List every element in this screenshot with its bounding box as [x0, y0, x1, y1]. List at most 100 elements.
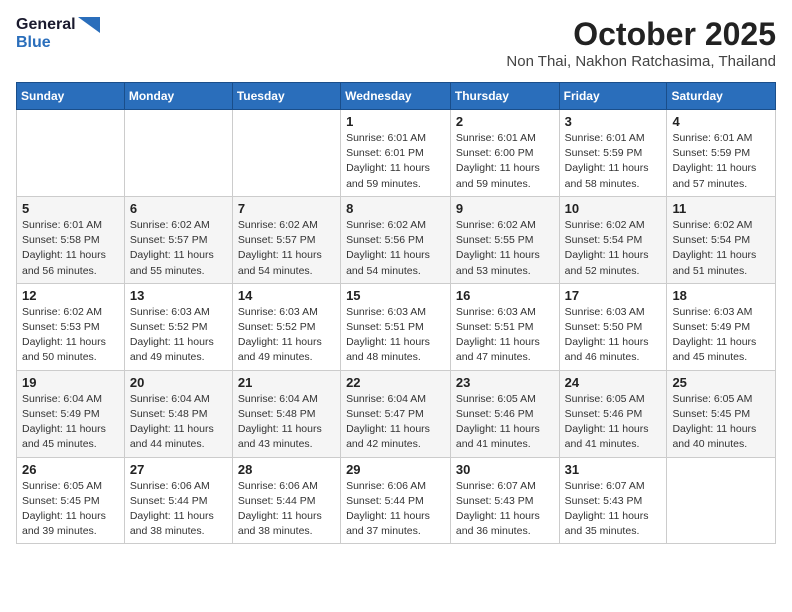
calendar-cell	[17, 110, 125, 197]
calendar-cell: 20 Sunrise: 6:04 AMSunset: 5:48 PMDayligh…	[124, 370, 232, 457]
day-number: 12	[22, 288, 119, 303]
day-number: 10	[565, 201, 662, 216]
day-info: Sunrise: 6:06 AMSunset: 5:44 PMDaylight:…	[346, 479, 445, 540]
calendar-cell: 2 Sunrise: 6:01 AMSunset: 6:00 PMDaylight…	[450, 110, 559, 197]
day-info: Sunrise: 6:02 AMSunset: 5:57 PMDaylight:…	[130, 218, 227, 279]
calendar-week-row: 12 Sunrise: 6:02 AMSunset: 5:53 PMDayligh…	[17, 283, 776, 370]
calendar-cell: 8Sunrise: 6:02 AMSunset: 5:56 PMDaylight…	[341, 196, 451, 283]
day-info: Sunrise: 6:05 AMSunset: 5:45 PMDaylight:…	[22, 479, 119, 540]
day-info: Sunrise: 6:03 AMSunset: 5:52 PMDaylight:…	[238, 305, 335, 366]
day-number: 29	[346, 462, 445, 477]
day-number: 7	[238, 201, 335, 216]
day-info: Sunrise: 6:04 AMSunset: 5:48 PMDaylight:…	[130, 392, 227, 453]
day-number: 1	[346, 114, 445, 129]
day-number: 2	[456, 114, 554, 129]
day-info: Sunrise: 6:04 AMSunset: 5:47 PMDaylight:…	[346, 392, 445, 453]
day-number: 28	[238, 462, 335, 477]
calendar-cell: 31Sunrise: 6:07 AMSunset: 5:43 PMDayligh…	[559, 457, 667, 544]
day-info: Sunrise: 6:02 AMSunset: 5:57 PMDaylight:…	[238, 218, 335, 279]
day-info: Sunrise: 6:03 AMSunset: 5:51 PMDaylight:…	[346, 305, 445, 366]
calendar-cell: 21Sunrise: 6:04 AMSunset: 5:48 PMDayligh…	[232, 370, 340, 457]
day-number: 20	[130, 375, 227, 390]
calendar-cell: 10 Sunrise: 6:02 AMSunset: 5:54 PMDayligh…	[559, 196, 667, 283]
day-number: 15	[346, 288, 445, 303]
day-number: 11	[672, 201, 770, 216]
calendar-cell: 28 Sunrise: 6:06 AMSunset: 5:44 PMDayligh…	[232, 457, 340, 544]
calendar-cell: 9 Sunrise: 6:02 AMSunset: 5:55 PMDaylight…	[450, 196, 559, 283]
day-number: 22	[346, 375, 445, 390]
calendar-cell: 19 Sunrise: 6:04 AMSunset: 5:49 PMDayligh…	[17, 370, 125, 457]
day-info: Sunrise: 6:01 AMSunset: 6:01 PMDaylight:…	[346, 131, 445, 192]
calendar-cell: 5 Sunrise: 6:01 AMSunset: 5:58 PMDaylight…	[17, 196, 125, 283]
calendar-week-row: 26 Sunrise: 6:05 AMSunset: 5:45 PMDayligh…	[17, 457, 776, 544]
calendar-cell: 22 Sunrise: 6:04 AMSunset: 5:47 PMDayligh…	[341, 370, 451, 457]
calendar-cell: 18 Sunrise: 6:03 AMSunset: 5:49 PMDayligh…	[667, 283, 776, 370]
day-info: Sunrise: 6:02 AMSunset: 5:53 PMDaylight:…	[22, 305, 119, 366]
calendar-cell	[232, 110, 340, 197]
logo-triangle-icon	[78, 17, 100, 33]
day-info: Sunrise: 6:02 AMSunset: 5:54 PMDaylight:…	[565, 218, 662, 279]
calendar-cell: 13 Sunrise: 6:03 AMSunset: 5:52 PMDayligh…	[124, 283, 232, 370]
day-info: Sunrise: 6:03 AMSunset: 5:50 PMDaylight:…	[565, 305, 662, 366]
day-info: Sunrise: 6:01 AMSunset: 5:58 PMDaylight:…	[22, 218, 119, 279]
day-number: 13	[130, 288, 227, 303]
day-info: Sunrise: 6:03 AMSunset: 5:51 PMDaylight:…	[456, 305, 554, 366]
logo-general: General	[16, 16, 76, 34]
day-number: 27	[130, 462, 227, 477]
calendar-cell: 15 Sunrise: 6:03 AMSunset: 5:51 PMDayligh…	[341, 283, 451, 370]
calendar-cell: 29 Sunrise: 6:06 AMSunset: 5:44 PMDayligh…	[341, 457, 451, 544]
weekday-header: Thursday	[450, 83, 559, 110]
calendar-cell: 25Sunrise: 6:05 AMSunset: 5:45 PMDayligh…	[667, 370, 776, 457]
calendar-cell: 11 Sunrise: 6:02 AMSunset: 5:54 PMDayligh…	[667, 196, 776, 283]
day-info: Sunrise: 6:01 AMSunset: 6:00 PMDaylight:…	[456, 131, 554, 192]
calendar-cell: 12 Sunrise: 6:02 AMSunset: 5:53 PMDayligh…	[17, 283, 125, 370]
day-number: 16	[456, 288, 554, 303]
calendar-cell: 17 Sunrise: 6:03 AMSunset: 5:50 PMDayligh…	[559, 283, 667, 370]
day-number: 23	[456, 375, 554, 390]
day-info: Sunrise: 6:02 AMSunset: 5:55 PMDaylight:…	[456, 218, 554, 279]
day-info: Sunrise: 6:02 AMSunset: 5:54 PMDaylight:…	[672, 218, 770, 279]
calendar-cell: 30 Sunrise: 6:07 AMSunset: 5:43 PMDayligh…	[450, 457, 559, 544]
logo-blue: Blue	[16, 34, 51, 52]
calendar-cell: 3 Sunrise: 6:01 AMSunset: 5:59 PMDaylight…	[559, 110, 667, 197]
day-number: 9	[456, 201, 554, 216]
calendar-cell: 14 Sunrise: 6:03 AMSunset: 5:52 PMDayligh…	[232, 283, 340, 370]
calendar-cell: 4Sunrise: 6:01 AMSunset: 5:59 PMDaylight…	[667, 110, 776, 197]
weekday-header: Saturday	[667, 83, 776, 110]
calendar-cell: 16 Sunrise: 6:03 AMSunset: 5:51 PMDayligh…	[450, 283, 559, 370]
day-number: 17	[565, 288, 662, 303]
day-info: Sunrise: 6:06 AMSunset: 5:44 PMDaylight:…	[238, 479, 335, 540]
calendar-cell	[667, 457, 776, 544]
day-info: Sunrise: 6:05 AMSunset: 5:46 PMDaylight:…	[456, 392, 554, 453]
day-info: Sunrise: 6:01 AMSunset: 5:59 PMDaylight:…	[565, 131, 662, 192]
day-info: Sunrise: 6:04 AMSunset: 5:49 PMDaylight:…	[22, 392, 119, 453]
day-number: 14	[238, 288, 335, 303]
day-info: Sunrise: 6:05 AMSunset: 5:45 PMDaylight:…	[672, 392, 770, 453]
day-number: 3	[565, 114, 662, 129]
calendar-cell: 7 Sunrise: 6:02 AMSunset: 5:57 PMDaylight…	[232, 196, 340, 283]
day-info: Sunrise: 6:03 AMSunset: 5:49 PMDaylight:…	[672, 305, 770, 366]
calendar-cell: 24Sunrise: 6:05 AMSunset: 5:46 PMDayligh…	[559, 370, 667, 457]
day-number: 19	[22, 375, 119, 390]
day-number: 30	[456, 462, 554, 477]
day-info: Sunrise: 6:07 AMSunset: 5:43 PMDaylight:…	[456, 479, 554, 540]
calendar-cell: 23 Sunrise: 6:05 AMSunset: 5:46 PMDayligh…	[450, 370, 559, 457]
day-number: 4	[672, 114, 770, 129]
day-number: 5	[22, 201, 119, 216]
day-info: Sunrise: 6:03 AMSunset: 5:52 PMDaylight:…	[130, 305, 227, 366]
day-number: 8	[346, 201, 445, 216]
weekday-header: Wednesday	[341, 83, 451, 110]
weekday-header: Friday	[559, 83, 667, 110]
calendar-week-row: 1 Sunrise: 6:01 AMSunset: 6:01 PMDaylight…	[17, 110, 776, 197]
day-number: 6	[130, 201, 227, 216]
day-info: Sunrise: 6:06 AMSunset: 5:44 PMDaylight:…	[130, 479, 227, 540]
calendar-week-row: 19 Sunrise: 6:04 AMSunset: 5:49 PMDayligh…	[17, 370, 776, 457]
logo: General Blue	[16, 16, 100, 52]
weekday-header: Monday	[124, 83, 232, 110]
calendar-cell	[124, 110, 232, 197]
day-info: Sunrise: 6:05 AMSunset: 5:46 PMDaylight:…	[565, 392, 662, 453]
calendar-week-row: 5 Sunrise: 6:01 AMSunset: 5:58 PMDaylight…	[17, 196, 776, 283]
day-number: 18	[672, 288, 770, 303]
day-info: Sunrise: 6:04 AMSunset: 5:48 PMDaylight:…	[238, 392, 335, 453]
day-number: 26	[22, 462, 119, 477]
